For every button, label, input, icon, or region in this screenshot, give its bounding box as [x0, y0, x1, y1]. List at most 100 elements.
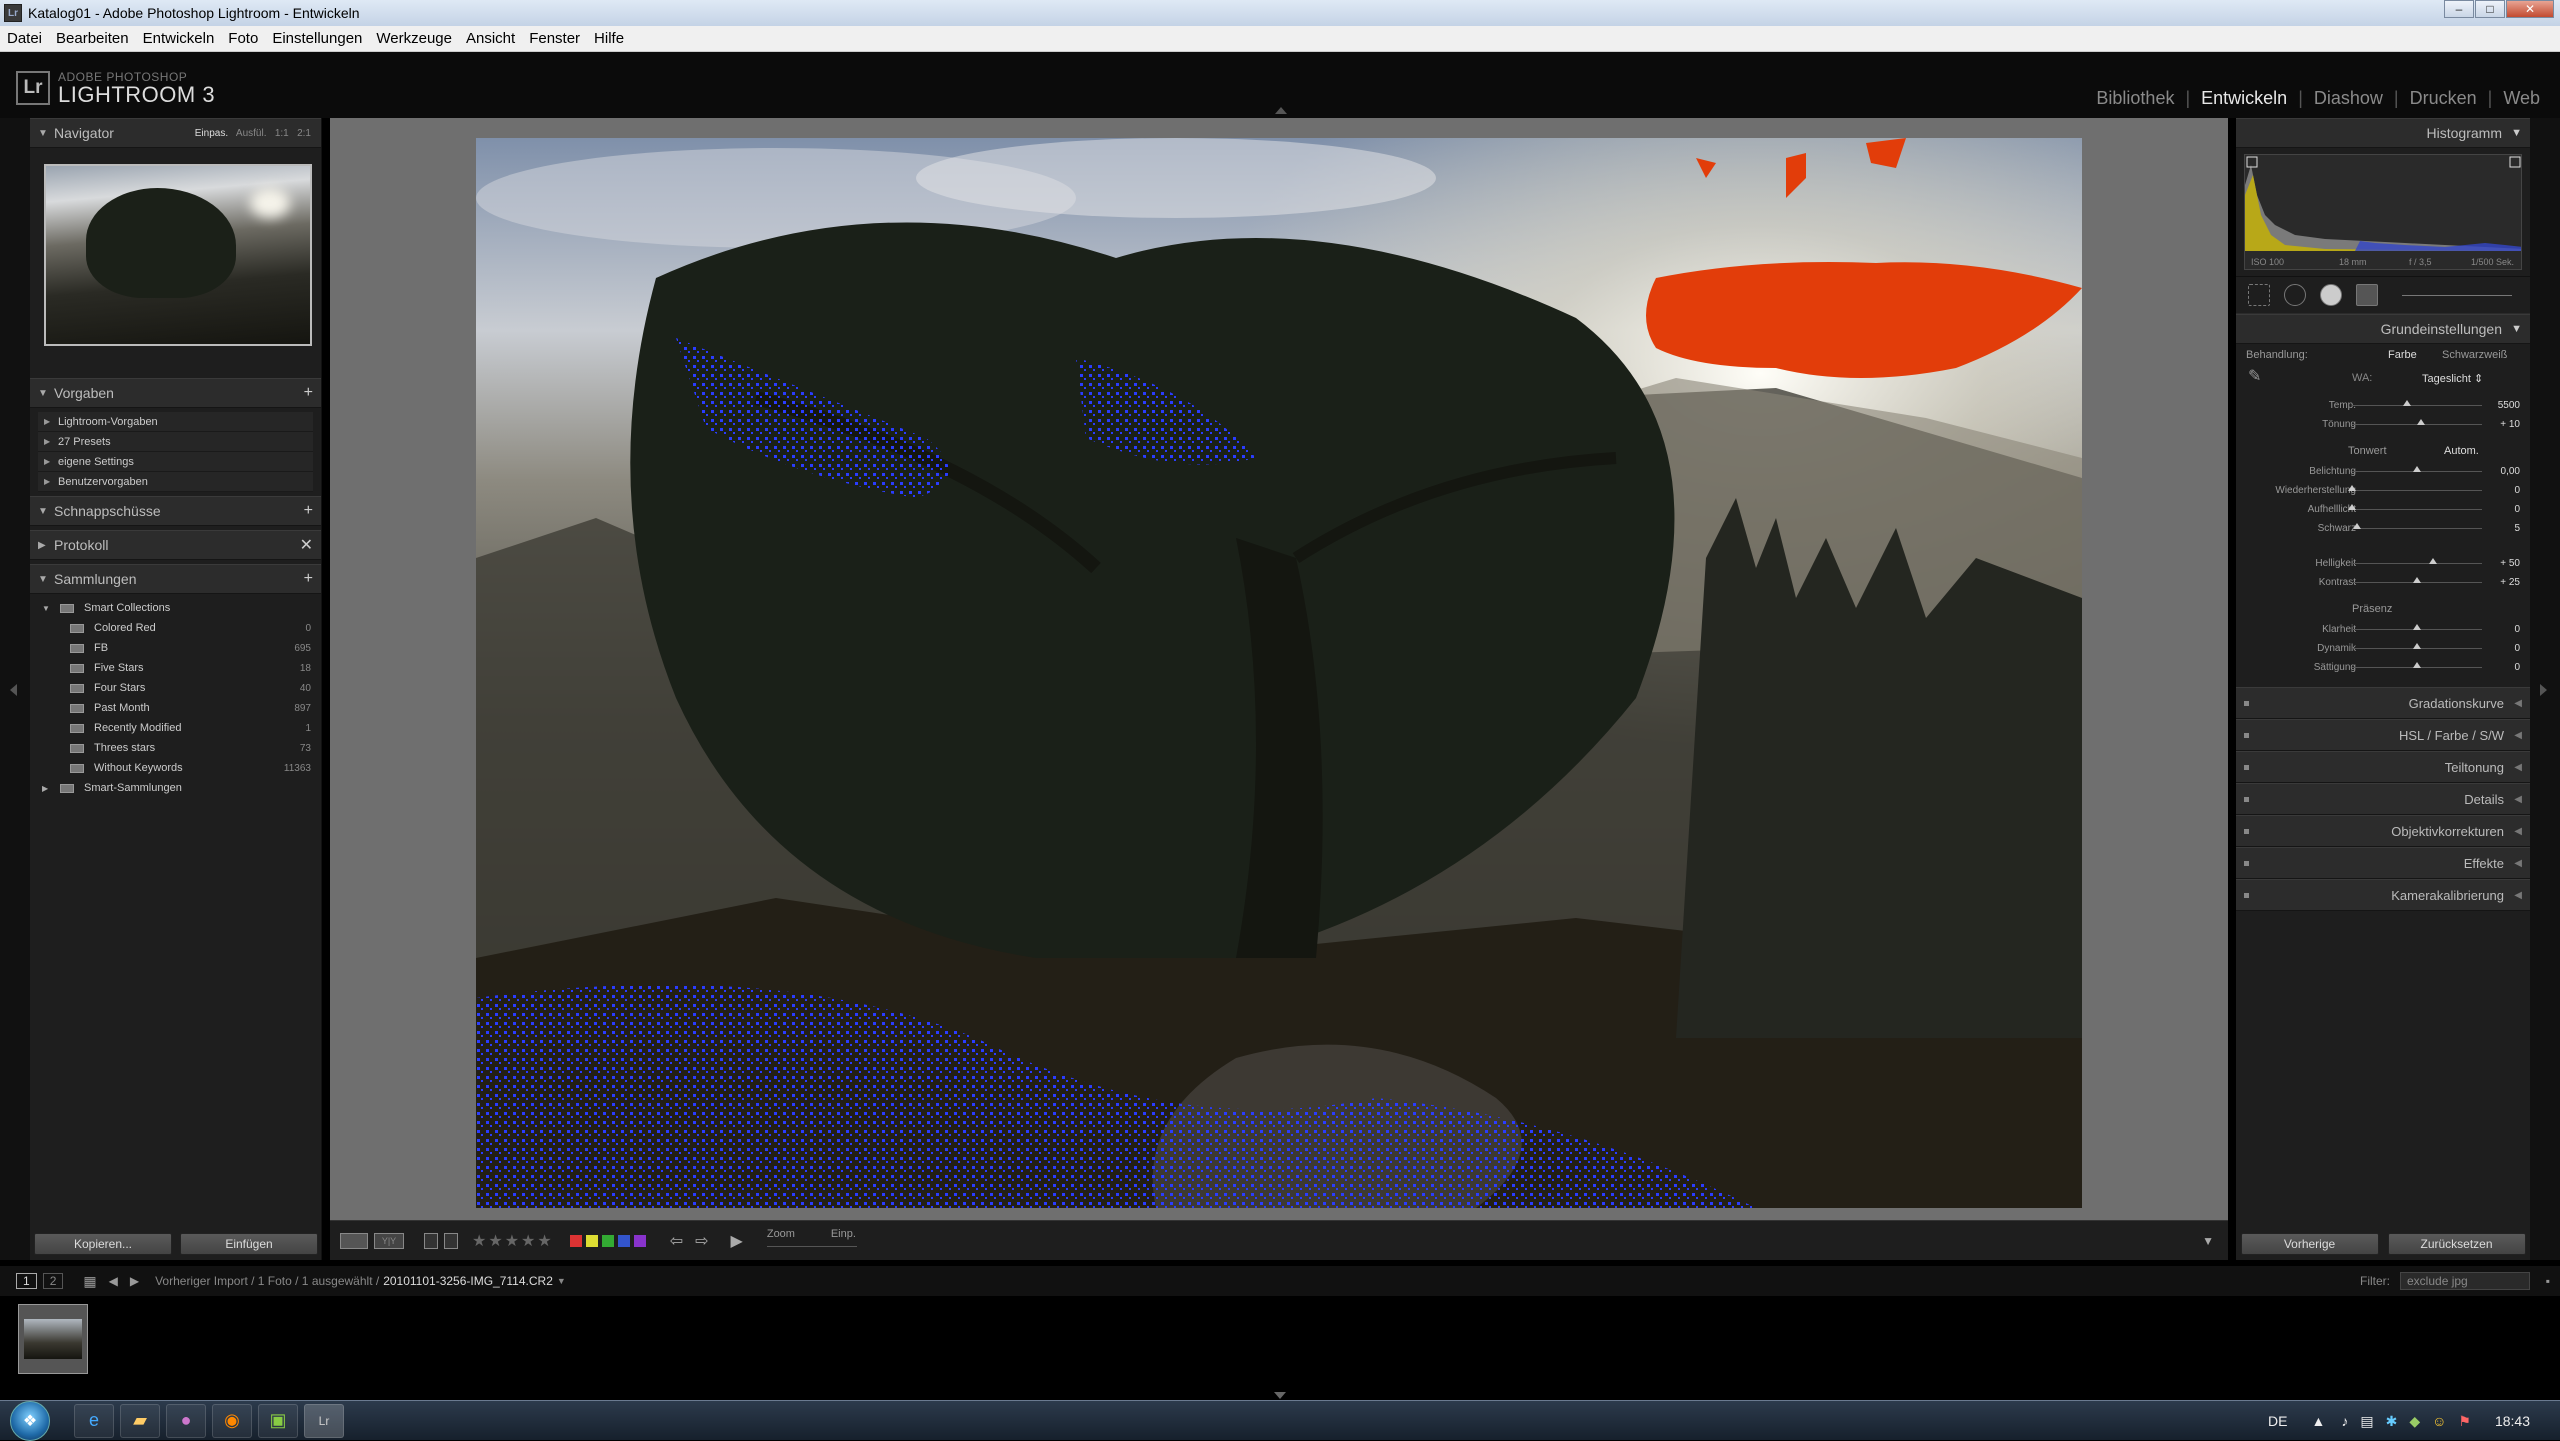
slider-knob[interactable]: [2413, 624, 2421, 630]
collapse-triangle-icon[interactable]: ▼: [2511, 323, 2522, 335]
treatment-bw[interactable]: Schwarzweiß: [2442, 349, 2507, 361]
grid-view-icon[interactable]: ▦: [83, 1273, 96, 1290]
module-diashow[interactable]: Diashow: [2314, 88, 2383, 109]
filename-dropdown-icon[interactable]: ▼: [557, 1276, 566, 1286]
snapshots-header[interactable]: ▼ Schnappschüsse +: [30, 496, 321, 526]
slider-track[interactable]: [2352, 528, 2482, 529]
loupe-view-icon[interactable]: [340, 1232, 368, 1249]
slider-knob[interactable]: [2413, 643, 2421, 649]
panel-switch-icon[interactable]: [2244, 796, 2249, 802]
module-drucken[interactable]: Drucken: [2410, 88, 2477, 109]
back-icon[interactable]: ◀: [109, 1274, 118, 1288]
menu-fenster[interactable]: Fenster: [522, 30, 587, 47]
slider-knob[interactable]: [2428, 558, 2437, 564]
flag-icon[interactable]: [424, 1232, 438, 1249]
panel-switch-icon[interactable]: [2244, 732, 2249, 738]
tray-smiley-icon[interactable]: ☺: [2432, 1413, 2446, 1429]
slider-value[interactable]: 0: [2514, 624, 2520, 635]
add-preset-icon[interactable]: +: [304, 384, 313, 402]
copy-settings-button[interactable]: Kopieren...: [34, 1233, 172, 1255]
slider-knob[interactable]: [2413, 466, 2421, 472]
expand-triangle-icon[interactable]: ◀: [2514, 698, 2522, 709]
language-indicator[interactable]: DE: [2268, 1413, 2287, 1429]
filmstrip-thumbnail[interactable]: [18, 1304, 88, 1374]
reset-button[interactable]: Zurücksetzen: [2387, 1233, 2526, 1255]
slider-value[interactable]: + 25: [2500, 577, 2520, 588]
slider-track[interactable]: [2352, 490, 2482, 491]
action-center-flag-icon[interactable]: ⚑: [2458, 1413, 2471, 1430]
treatment-color[interactable]: Farbe: [2388, 349, 2417, 361]
slider-knob[interactable]: [2402, 400, 2411, 406]
tray-app-icon[interactable]: ◆: [2409, 1413, 2420, 1430]
preset-folder[interactable]: ▶ eigene Settings: [38, 452, 313, 472]
next-photo-icon[interactable]: ⇨: [695, 1231, 708, 1251]
menu-werkzeuge[interactable]: Werkzeuge: [369, 30, 459, 47]
slider-knob[interactable]: [2416, 419, 2425, 425]
panel-hsl[interactable]: HSL / Farbe / S/W ◀: [2236, 719, 2530, 751]
add-collection-icon[interactable]: +: [304, 570, 313, 588]
navigator-header[interactable]: ▼ Navigator Einpas. Ausfül. 1:1 2:1: [30, 118, 321, 148]
highlight-clipping-indicator[interactable]: [2509, 156, 2521, 168]
smart-collection-item[interactable]: Colored Red 0: [30, 618, 321, 638]
smart-collection-item[interactable]: Threes stars 73: [30, 738, 321, 758]
panel-effects[interactable]: Effekte ◀: [2236, 847, 2530, 879]
spot-removal-icon[interactable]: [2284, 284, 2306, 306]
slider-belichtung[interactable]: Belichtung 0,00: [2236, 462, 2530, 481]
smart-collection-item[interactable]: Four Stars 40: [30, 678, 321, 698]
zoom-control[interactable]: Zoom Einp.: [766, 1226, 857, 1256]
slider-value[interactable]: 0: [2514, 643, 2520, 654]
slider-value[interactable]: + 50: [2500, 558, 2520, 569]
zoom-1-1[interactable]: 1:1: [275, 128, 289, 139]
expand-triangle-icon[interactable]: ▶: [42, 784, 60, 793]
secondary-window-2[interactable]: 2: [42, 1273, 64, 1289]
filter-lock-icon[interactable]: ▪: [2546, 1274, 2550, 1288]
expand-triangle-icon[interactable]: ▶: [44, 477, 58, 486]
slider-value[interactable]: + 10: [2500, 419, 2520, 430]
slider-value[interactable]: 0: [2514, 662, 2520, 673]
panel-detail[interactable]: Details ◀: [2236, 783, 2530, 815]
wb-eyedropper-icon[interactable]: ✎: [2248, 366, 2261, 386]
red-eye-icon[interactable]: [2320, 284, 2342, 306]
volume-icon[interactable]: ♪: [2341, 1413, 2348, 1429]
forward-icon[interactable]: ▶: [130, 1274, 139, 1288]
smart-collection-item[interactable]: Five Stars 18: [30, 658, 321, 678]
clock[interactable]: 18:43: [2495, 1413, 2530, 1429]
toolbar-menu-chevron-icon[interactable]: ▼: [2202, 1234, 2214, 1248]
filter-select[interactable]: exclude jpg: [2400, 1272, 2530, 1290]
slider-track[interactable]: [2352, 405, 2482, 406]
collapse-triangle-icon[interactable]: ▼: [42, 604, 60, 613]
panel-switch-icon[interactable]: [2244, 764, 2249, 770]
expand-triangle-icon[interactable]: ◀: [2514, 730, 2522, 741]
preset-folder[interactable]: ▶ 27 Presets: [38, 432, 313, 452]
collections-header[interactable]: ▼ Sammlungen +: [30, 564, 321, 594]
explorer-folder-icon[interactable]: ▰: [120, 1403, 160, 1438]
expand-triangle-icon[interactable]: ▶: [44, 417, 58, 426]
slider-value[interactable]: 0,00: [2501, 466, 2520, 477]
slider-helligkeit[interactable]: Helligkeit + 50: [2236, 554, 2530, 573]
zoom-fill[interactable]: Ausfül.: [236, 128, 267, 139]
expand-triangle-icon[interactable]: ◀: [2514, 858, 2522, 869]
tray-expand-icon[interactable]: ▲: [2311, 1413, 2325, 1429]
folder-app-icon[interactable]: ▣: [258, 1403, 298, 1438]
expand-triangle-icon[interactable]: ▶: [44, 457, 58, 466]
panel-switch-icon[interactable]: [2244, 860, 2249, 866]
panel-split-toning[interactable]: Teiltonung ◀: [2236, 751, 2530, 783]
menu-ansicht[interactable]: Ansicht: [459, 30, 522, 47]
navigator-preview[interactable]: [44, 164, 312, 346]
maximize-button[interactable]: □: [2475, 0, 2505, 18]
add-snapshot-icon[interactable]: +: [304, 502, 313, 520]
menu-datei[interactable]: Datei: [0, 30, 49, 47]
graduated-filter-icon[interactable]: [2356, 284, 2378, 306]
right-panel-toggle-icon[interactable]: [2540, 684, 2547, 696]
basic-header[interactable]: Grundeinstellungen ▼: [2236, 314, 2530, 344]
collapse-triangle-icon[interactable]: ▼: [38, 574, 54, 585]
close-button[interactable]: ✕: [2506, 0, 2554, 18]
preset-folder[interactable]: ▶ Benutzervorgaben: [38, 472, 313, 492]
zoom-fit[interactable]: Einpas.: [195, 128, 228, 139]
network-icon[interactable]: ▤: [2360, 1413, 2373, 1430]
color-label-blue[interactable]: [617, 1234, 630, 1247]
slider-knob[interactable]: [2348, 504, 2356, 510]
panel-tone-curve[interactable]: Gradationskurve ◀: [2236, 687, 2530, 719]
collapse-triangle-icon[interactable]: ▼: [38, 128, 54, 139]
start-button[interactable]: ❖: [10, 1400, 50, 1441]
